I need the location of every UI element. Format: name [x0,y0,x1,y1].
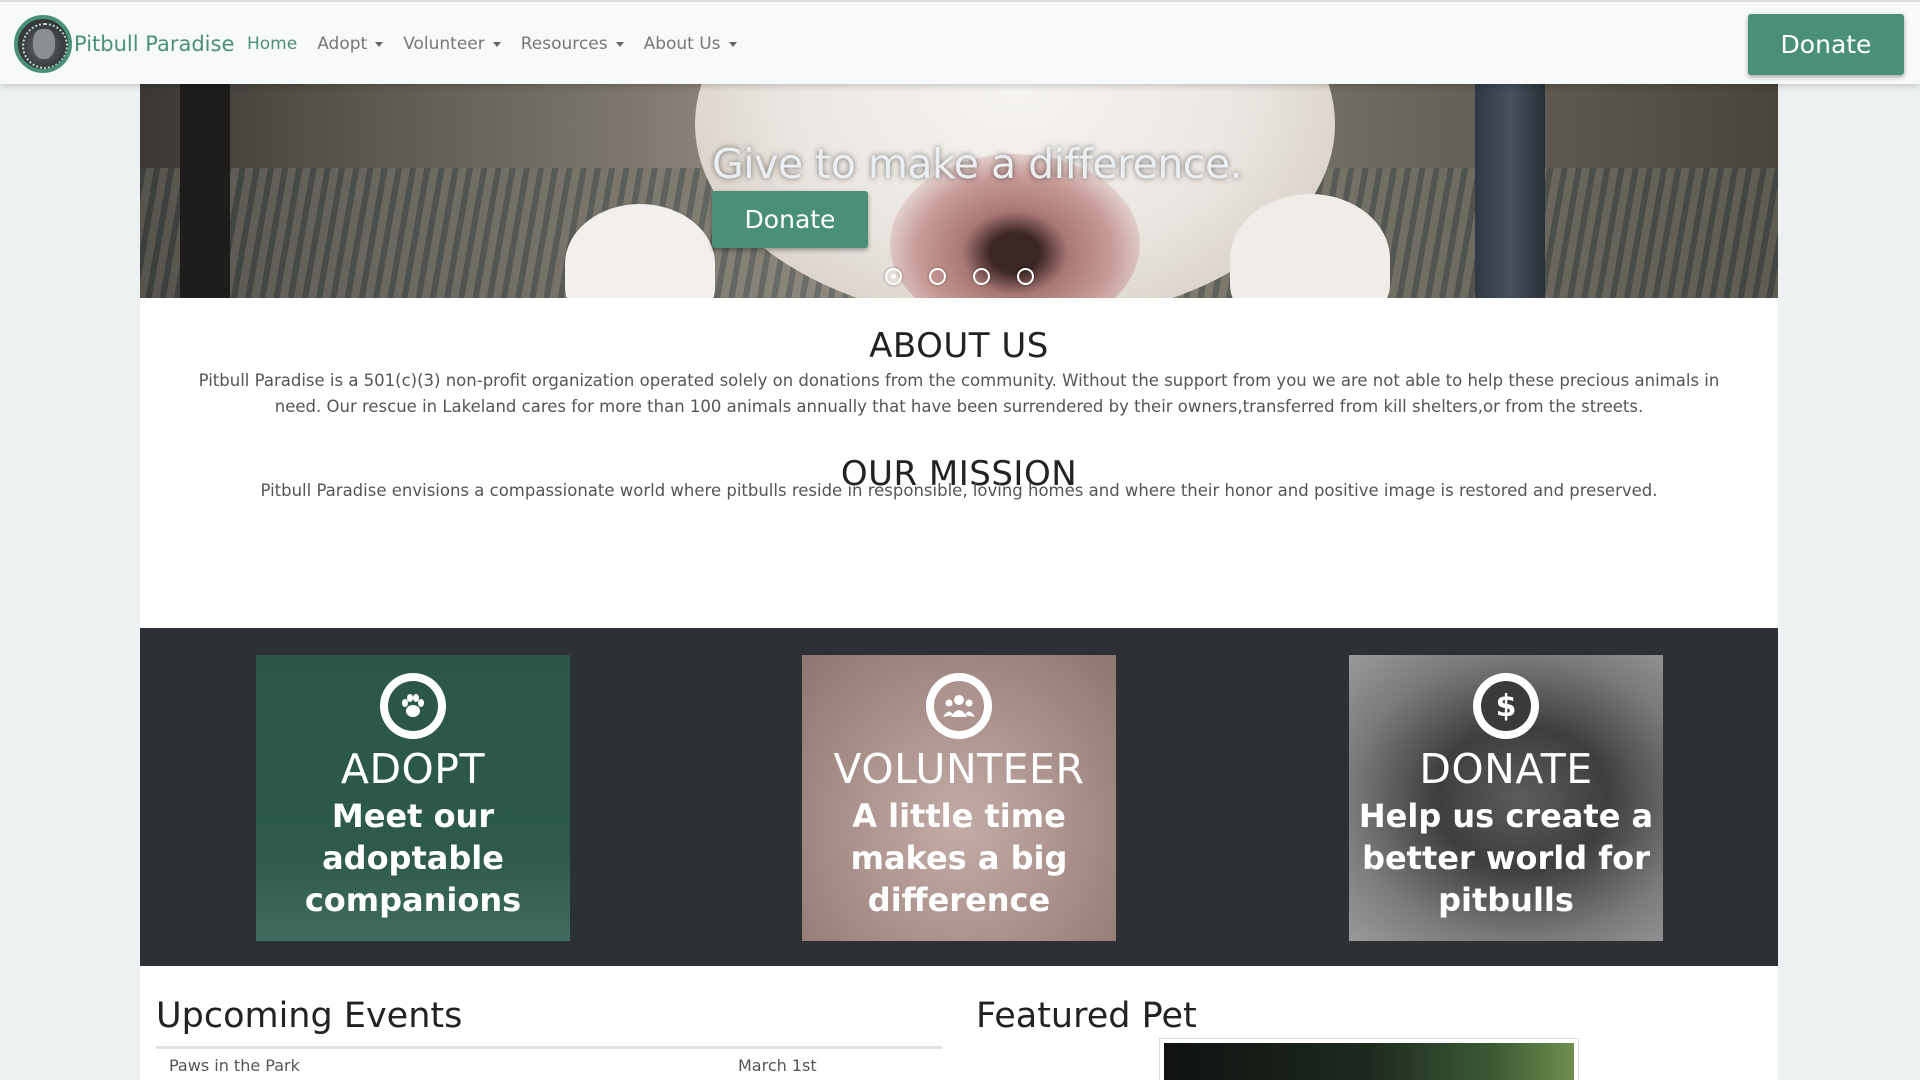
donate-card-title: DONATE [1419,745,1593,793]
events-heading: Upcoming Events [156,996,463,1036]
featured-pet-card[interactable] [1159,1038,1579,1080]
dollar-icon: $ [1473,673,1539,739]
nav-item-home-label: Home [247,34,298,54]
carousel-indicator-4[interactable] [1017,268,1034,285]
nav-item-adopt-label: Adopt [317,34,368,54]
featured-pet-heading: Featured Pet [976,996,1197,1036]
volunteer-card-title: VOLUNTEER [833,745,1085,793]
brand-link[interactable]: Pitbull Paradise [14,12,234,76]
about-section: ABOUT US Pitbull Paradise is a 501(c)(3)… [140,298,1778,628]
event-name: Paws in the Park [169,1056,300,1075]
hero-chair-leg-image [180,84,230,298]
event-date: March 1st [738,1056,817,1075]
nav-item-about-us-label: About Us [643,34,721,54]
hero-chair-leg-image [1475,84,1545,298]
nav-item-home[interactable]: Home [247,34,297,54]
adopt-card[interactable]: ADOPT Meet our adoptable companions [256,655,570,941]
brand-name: Pitbull Paradise [74,32,235,56]
adopt-card-title: ADOPT [340,745,486,793]
nav-item-about-us[interactable]: About Us [644,34,737,54]
about-text: Pitbull Paradise is a 501(c)(3) non-prof… [198,371,1720,416]
donate-card[interactable]: $ DONATE Help us create a better world f… [1349,655,1663,941]
volunteer-card-subtitle: A little time makes a big difference [850,797,1068,919]
caret-down-icon [728,41,737,47]
adopt-card-subtitle: Meet our adoptable companions [304,797,522,919]
nav-item-volunteer-label: Volunteer [403,34,485,54]
donate-card-subtitle: Help us create a better world for pitbul… [1358,797,1654,919]
nav-links: Home Adopt Volunteer Resources About Us [247,2,757,86]
events-featured-section: Upcoming Events Paws in the Park March 1… [140,966,1778,1080]
volunteer-card[interactable]: VOLUNTEER A little time makes a big diff… [802,655,1116,941]
top-navbar: Pitbull Paradise Home Adopt Volunteer Re… [0,0,1920,84]
hero-donate-button[interactable]: Donate [712,191,868,248]
nav-item-resources[interactable]: Resources [521,34,624,54]
nav-item-resources-label: Resources [520,34,608,54]
hero-carousel: Give to make a difference. Donate [140,84,1778,298]
carousel-indicators [885,268,1061,285]
mission-text: Pitbull Paradise envisions a compassiona… [260,481,1658,500]
caret-down-icon [375,41,384,47]
carousel-indicator-3[interactable] [973,268,990,285]
cta-cards-section: ADOPT Meet our adoptable companions VOLU… [140,628,1778,966]
caret-down-icon [615,41,624,47]
nav-item-adopt[interactable]: Adopt [317,34,384,54]
carousel-indicator-1[interactable] [885,268,902,285]
hero-caption: Give to make a difference. [712,140,1243,188]
navbar-donate-button[interactable]: Donate [1748,14,1904,75]
caret-down-icon [492,41,501,47]
events-divider [156,1046,942,1049]
about-heading: ABOUT US [869,326,1049,366]
brand-logo-icon [14,15,72,73]
nav-item-volunteer[interactable]: Volunteer [403,34,501,54]
carousel-indicator-2[interactable] [929,268,946,285]
paw-icon [380,673,446,739]
featured-pet-image [1164,1043,1574,1080]
people-icon [926,673,992,739]
